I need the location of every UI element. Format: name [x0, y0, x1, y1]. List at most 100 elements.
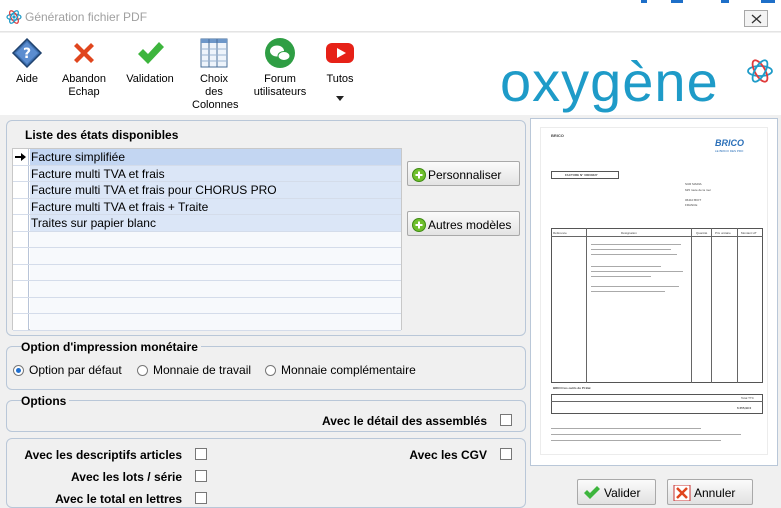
state-list-empty-row [13, 297, 401, 314]
plus-circle-icon [412, 218, 426, 232]
logo-text: oxygène [500, 50, 719, 113]
state-list-empty-row [13, 231, 401, 248]
monetary-option-radio[interactable] [13, 365, 24, 376]
forum-button[interactable]: Forum utilisateurs [250, 37, 310, 99]
svg-text:?: ? [23, 46, 31, 62]
states-list[interactable]: Facture simplifiée Facture multi TVA et f… [12, 148, 402, 331]
cgv-checkbox[interactable] [500, 448, 512, 460]
checkmark-icon [138, 42, 164, 64]
preview-col-ref: Référence [553, 231, 567, 235]
row-selector[interactable] [13, 198, 29, 214]
preview-col-designation: Désignation [621, 231, 637, 235]
state-list-item-label: Facture simplifiée [31, 150, 126, 164]
row-pointer-arrow-icon [15, 153, 26, 161]
validation-label: Validation [126, 73, 174, 85]
preview-logo: BRICO [715, 138, 744, 148]
abandon-button[interactable]: Abandon Echap [58, 37, 110, 99]
state-list-item[interactable]: Facture multi TVA et frais pour CHORUS P… [13, 182, 401, 199]
state-list-item-label: Facture multi TVA et frais pour CHORUS P… [31, 183, 277, 197]
valider-label: Valider [604, 486, 641, 500]
window-title: Génération fichier PDF [25, 10, 148, 24]
detail-assembles-label: Avec le détail des assemblés [322, 414, 487, 428]
monetary-option-label[interactable]: Option par défaut [29, 363, 122, 377]
abandon-label: Abandon Echap [61, 73, 107, 98]
state-list-item[interactable]: Facture simplifiée [13, 149, 401, 166]
logo-atom-icon [747, 59, 773, 83]
invoice-page: BRICO BRICO LE BRICO DES PRO FACTURE N° … [540, 127, 768, 455]
row-selector[interactable] [13, 231, 29, 247]
tutorials-button[interactable]: Tutos [320, 37, 360, 101]
preview-totals-table [551, 394, 763, 414]
monetary-option-radio[interactable] [265, 365, 276, 376]
row-selector[interactable] [13, 248, 29, 264]
validation-button[interactable]: Validation [122, 37, 178, 86]
preview-client-country: FRANCE [685, 203, 698, 207]
total-lettres-checkbox[interactable] [195, 492, 207, 504]
monetary-title: Option d'impression monétaire [21, 340, 201, 354]
row-selector[interactable] [13, 314, 29, 330]
annuler-button[interactable]: Annuler [667, 479, 753, 505]
invoice-preview: BRICO BRICO LE BRICO DES PRO FACTURE N° … [530, 118, 778, 466]
title-bar: Génération fichier PDF [0, 0, 781, 32]
preview-col-qty: Quantité [696, 231, 708, 235]
personnaliser-label: Personnaliser [428, 168, 502, 182]
states-title: Liste des états disponibles [25, 128, 182, 142]
monetary-option-label[interactable]: Monnaie de travail [153, 363, 251, 377]
state-list-item-label: Facture multi TVA et frais [31, 166, 165, 181]
preview-total-label: Total TTC [741, 396, 754, 400]
forum-chat-icon [265, 38, 295, 68]
choose-columns-button[interactable]: Choix des Colonnes [192, 37, 239, 112]
preview-col-unit: Prix unitaire [715, 231, 731, 235]
background-window-edge [641, 0, 775, 3]
state-list-item[interactable]: Facture multi TVA et frais [13, 165, 401, 182]
row-selector[interactable] [13, 281, 29, 297]
state-list-item[interactable]: Facture multi TVA et frais + Traite [13, 198, 401, 215]
columns-icon [200, 38, 228, 68]
preview-footer-tag: BRICO les outils du Pt Bat [553, 386, 591, 390]
row-selector[interactable] [13, 182, 29, 198]
autres-modeles-label: Autres modèles [428, 218, 512, 232]
state-list-empty-row [13, 248, 401, 265]
descriptifs-label: Avec les descriptifs articles [24, 448, 182, 462]
preview-client-name: SUR MARIA [685, 182, 702, 186]
forum-label: Forum utilisateurs [253, 73, 307, 98]
row-selector[interactable] [13, 165, 29, 181]
toolbar: ? Aide Abandon Echap Validation Choix de… [0, 33, 781, 115]
preview-lines-table [551, 228, 763, 383]
personnaliser-button[interactable]: Personnaliser [407, 161, 520, 186]
checkmark-icon [584, 486, 600, 499]
preview-total-value: 6 255,99 € [737, 406, 752, 410]
dropdown-arrow-icon[interactable] [336, 96, 344, 101]
cgv-label: Avec les CGV [409, 448, 487, 462]
state-list-item[interactable]: Traites sur papier blanc [13, 215, 401, 232]
preview-client-city: 06410 BIOT [685, 198, 702, 202]
detail-assembles-checkbox[interactable] [500, 414, 512, 426]
lots-serie-checkbox[interactable] [195, 470, 207, 482]
oxygene-logo: oxygène [500, 50, 780, 115]
state-list-empty-row [13, 264, 401, 281]
row-selector[interactable] [13, 215, 29, 231]
cross-icon [74, 43, 94, 63]
cancel-cross-icon [673, 485, 691, 501]
choose-columns-label: Choix des Colonnes [192, 73, 239, 111]
help-button[interactable]: ? Aide [8, 37, 46, 86]
tutorials-label: Tutos [326, 73, 354, 85]
help-diamond-icon: ? [11, 37, 43, 69]
preview-company: BRICO [551, 133, 564, 138]
row-selector[interactable] [13, 264, 29, 280]
row-selector[interactable] [13, 297, 29, 313]
monetary-option-radio[interactable] [137, 365, 148, 376]
descriptifs-checkbox[interactable] [195, 448, 207, 460]
state-list-item-label: Facture multi TVA et frais + Traite [31, 199, 209, 214]
preview-logo-sub: LE BRICO DES PRO [715, 149, 744, 153]
autres-modeles-button[interactable]: Autres modèles [407, 211, 520, 236]
state-list-empty-row [13, 314, 401, 331]
valider-button[interactable]: Valider [577, 479, 656, 505]
close-button[interactable] [744, 10, 768, 27]
row-selector[interactable] [13, 149, 29, 165]
monetary-option-label[interactable]: Monnaie complémentaire [281, 363, 416, 377]
options-title: Options [21, 394, 70, 408]
lots-serie-label: Avec les lots / série [71, 470, 182, 484]
annuler-label: Annuler [694, 486, 736, 500]
state-list-empty-row [13, 281, 401, 298]
